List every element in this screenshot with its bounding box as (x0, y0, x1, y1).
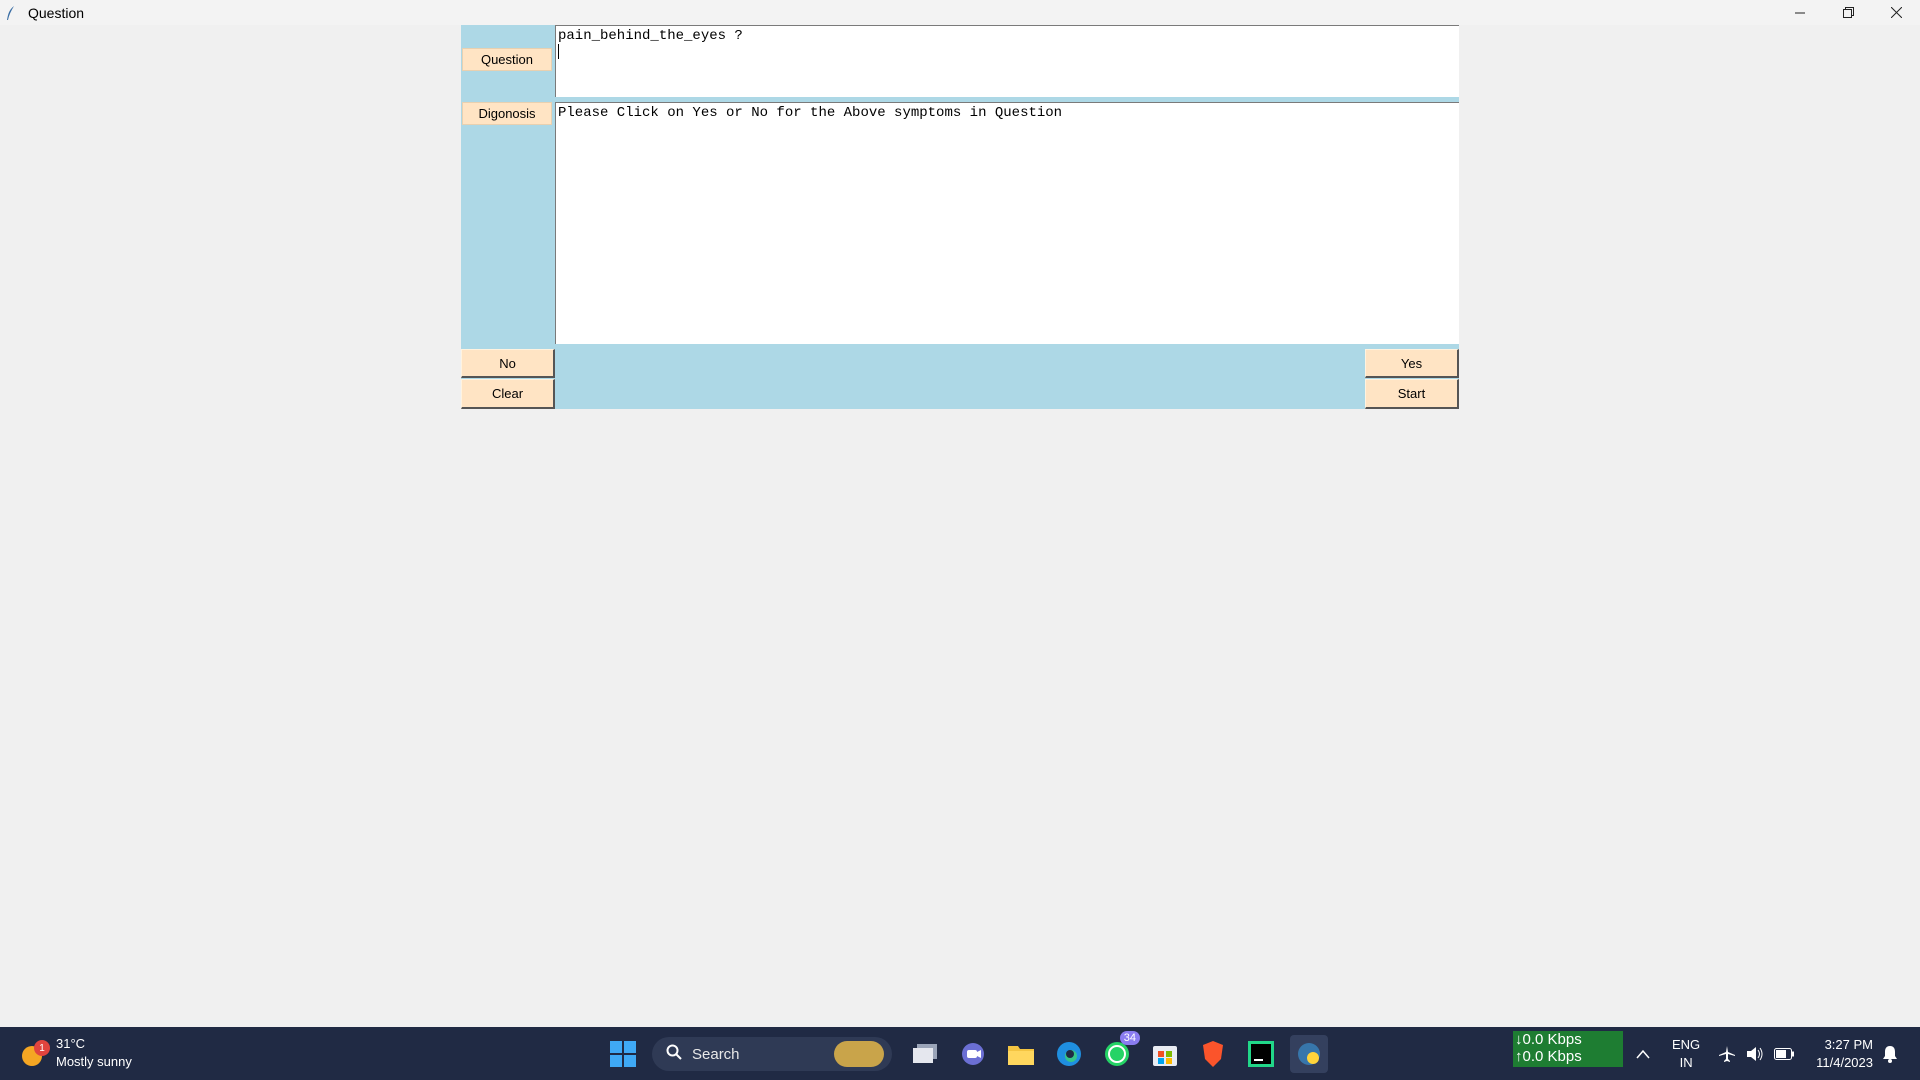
download-arrow-icon: ↓ (1515, 1031, 1523, 1048)
bell-icon (1883, 1045, 1897, 1063)
weather-badge: 1 (34, 1040, 50, 1056)
whatsapp-badge: 34 (1119, 1031, 1140, 1045)
restore-button[interactable] (1824, 0, 1872, 25)
start-button[interactable]: Start (1365, 379, 1459, 409)
brave-icon (1203, 1041, 1223, 1067)
notifications-button[interactable] (1882, 1027, 1898, 1080)
title-bar: Question (0, 0, 1920, 25)
upload-speed: 0.0 Kbps (1522, 1048, 1582, 1065)
text-caret (558, 44, 559, 59)
folder-icon (1008, 1046, 1034, 1065)
network-speed-widget: ↓0.0 Kbps ↑0.0 Kbps (1513, 1031, 1623, 1067)
language-indicator[interactable]: ENG IN (1672, 1036, 1700, 1072)
search-highlight-icon (834, 1041, 884, 1067)
window-title: Question (28, 4, 85, 21)
weather-condition: Mostly sunny (56, 1054, 132, 1069)
search-label: Search (692, 1045, 740, 1063)
show-hidden-icons-button[interactable] (1636, 1027, 1650, 1080)
taskbar: 1 31°C Mostly sunny Search 34 (0, 1027, 1920, 1080)
question-text-area[interactable]: pain_behind_the_eyes ? (555, 25, 1459, 97)
diagnosis-label: Digonosis (462, 102, 552, 125)
clear-button[interactable]: Clear (461, 379, 555, 409)
feather-icon (6, 4, 20, 22)
network-status-button[interactable] (1718, 1027, 1736, 1080)
task-view-button[interactable] (906, 1035, 944, 1073)
upload-arrow-icon: ↑ (1515, 1048, 1523, 1065)
battery-icon (1774, 1047, 1794, 1060)
clock[interactable]: 3:27 PM 11/4/2023 (1808, 1036, 1873, 1072)
question-label: Question (462, 48, 552, 71)
no-button[interactable]: No (461, 349, 555, 378)
file-explorer-button[interactable] (1002, 1035, 1040, 1073)
start-menu-button[interactable] (604, 1035, 642, 1073)
close-button[interactable] (1872, 0, 1920, 25)
teams-chat-button[interactable] (954, 1035, 992, 1073)
chat-icon (962, 1043, 984, 1065)
question-text: pain_behind_the_eyes ? (558, 28, 743, 44)
store-button[interactable] (1146, 1035, 1184, 1073)
brave-browser-button[interactable] (1194, 1035, 1232, 1073)
whatsapp-button[interactable]: 34 (1098, 1031, 1140, 1073)
minimize-button[interactable] (1776, 0, 1824, 25)
diagnosis-text-area[interactable]: Please Click on Yes or No for the Above … (555, 102, 1459, 344)
airplane-icon (1719, 1045, 1735, 1062)
search-icon (666, 1044, 682, 1065)
store-icon (1153, 1046, 1177, 1066)
weather-widget[interactable]: 1 31°C Mostly sunny (20, 1035, 132, 1071)
pycharm-icon (1248, 1041, 1274, 1067)
edge-browser-button[interactable] (1050, 1035, 1088, 1073)
download-speed: 0.0 Kbps (1522, 1031, 1582, 1048)
sun-icon: 1 (20, 1040, 50, 1066)
clock-date: 11/4/2023 (1816, 1055, 1873, 1070)
region-code: IN (1679, 1055, 1693, 1070)
python-feather-icon (1298, 1043, 1320, 1065)
python-app-button[interactable] (1290, 1035, 1328, 1073)
yes-button[interactable]: Yes (1365, 349, 1459, 378)
taskbar-search[interactable]: Search (652, 1037, 892, 1071)
weather-temp: 31°C (56, 1036, 86, 1051)
app-frame: Question Digonosis pain_behind_the_eyes … (461, 25, 1459, 409)
language-code: ENG (1672, 1037, 1701, 1052)
chevron-up-icon (1636, 1049, 1650, 1058)
speaker-icon (1747, 1046, 1763, 1061)
diagnosis-text: Please Click on Yes or No for the Above … (558, 105, 1063, 121)
clock-time: 3:27 PM (1824, 1037, 1873, 1052)
windows-icon (610, 1041, 636, 1067)
battery-button[interactable] (1774, 1027, 1794, 1080)
volume-button[interactable] (1746, 1027, 1764, 1080)
task-view-icon (913, 1044, 937, 1063)
edge-icon (1057, 1042, 1081, 1066)
pycharm-button[interactable] (1242, 1035, 1280, 1073)
